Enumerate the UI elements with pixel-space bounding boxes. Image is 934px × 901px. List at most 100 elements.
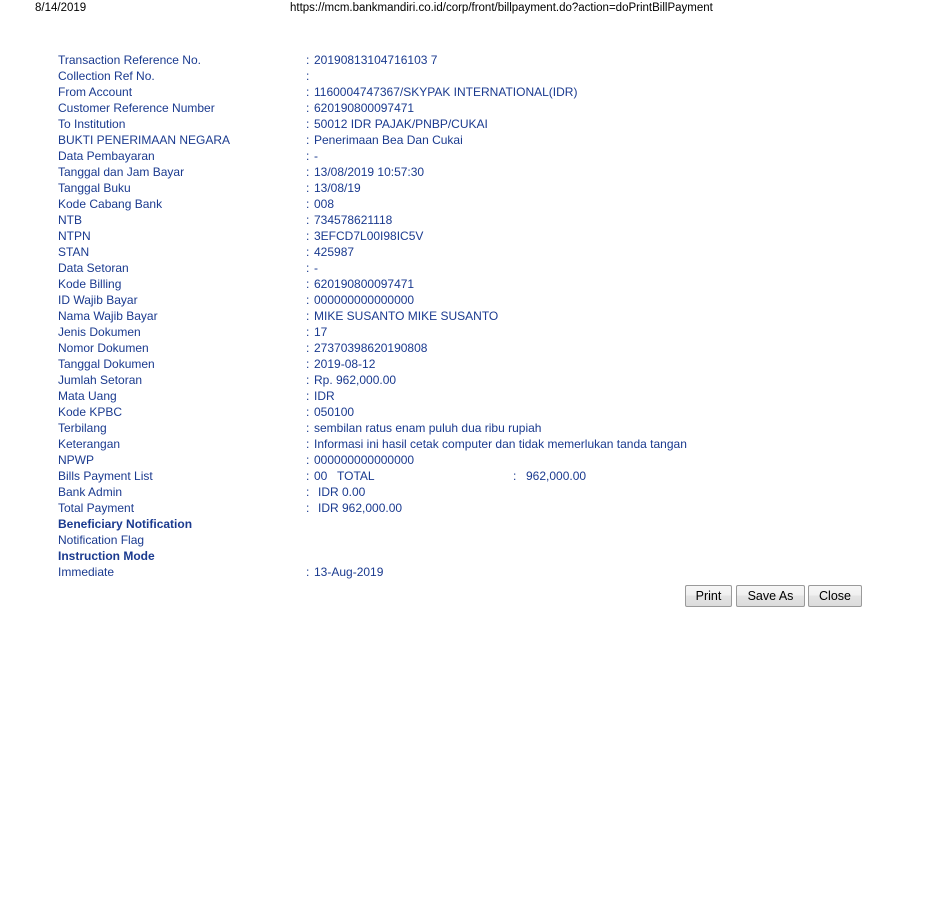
close-button[interactable]: Close — [808, 585, 862, 607]
row-label: Tanggal dan Jam Bayar — [58, 165, 185, 179]
row-colon: : — [306, 197, 310, 211]
bill-payment-receipt: Transaction Reference No. : 201908131047… — [0, 52, 934, 580]
row-colon: : — [306, 53, 310, 67]
receipt-row: To Institution : 50012 IDR PAJAK/PNBP/CU… — [0, 116, 934, 132]
row-label: Data Pembayaran — [58, 149, 155, 163]
row-label: NTB — [58, 213, 82, 227]
receipt-row: Nama Wajib Bayar : MIKE SUSANTO MIKE SUS… — [0, 308, 934, 324]
bank-admin-row: Bank Admin : IDR 0.00 — [0, 484, 934, 500]
row-colon: : — [306, 437, 310, 451]
row-label: From Account — [58, 85, 133, 99]
beneficiary-notification-row: Beneficiary Notification — [0, 516, 934, 532]
row-colon: : — [306, 261, 310, 275]
row-label: To Institution — [58, 117, 126, 131]
receipt-row: BUKTI PENERIMAAN NEGARA : Penerimaan Bea… — [0, 132, 934, 148]
bank-admin-colon: : — [306, 485, 310, 499]
receipt-row: NPWP : 000000000000000 — [0, 452, 934, 468]
immediate-label: Immediate — [58, 565, 115, 579]
notification-flag-label: Notification Flag — [58, 533, 145, 547]
row-value: Informasi ini hasil cetak computer dan t… — [314, 437, 687, 451]
receipt-row: NTPN : 3EFCD7L00I98IC5V — [0, 228, 934, 244]
receipt-row: Data Pembayaran : - — [0, 148, 934, 164]
receipt-row: Mata Uang : IDR — [0, 388, 934, 404]
row-colon: : — [306, 405, 310, 419]
row-value: Rp. 962,000.00 — [314, 373, 397, 387]
save-as-button[interactable]: Save As — [736, 585, 805, 607]
row-value: 620190800097471 — [314, 277, 415, 291]
receipt-row: Kode Billing : 620190800097471 — [0, 276, 934, 292]
row-value: - — [314, 149, 318, 163]
bills-payment-list-label: Bills Payment List — [58, 469, 153, 483]
row-colon: : — [306, 357, 310, 371]
immediate-value: 13-Aug-2019 — [314, 565, 384, 579]
row-label: Tanggal Buku — [58, 181, 131, 195]
row-colon: : — [306, 277, 310, 291]
row-label: Kode Cabang Bank — [58, 197, 163, 211]
bills-payment-list-code: 00 — [314, 469, 328, 483]
row-value: 13/08/2019 10:57:30 — [314, 165, 425, 179]
row-colon: : — [306, 293, 310, 307]
row-value: 50012 IDR PAJAK/PNBP/CUKAI — [314, 117, 488, 131]
print-button[interactable]: Print — [685, 585, 732, 607]
row-colon: : — [306, 213, 310, 227]
print-date: 8/14/2019 — [35, 2, 87, 14]
row-value: Penerimaan Bea Dan Cukai — [314, 133, 463, 147]
row-label: NTPN — [58, 229, 91, 243]
row-label: Keterangan — [58, 437, 121, 451]
receipt-row: Collection Ref No. : — [0, 68, 934, 84]
row-colon: : — [306, 181, 310, 195]
immediate-colon: : — [306, 565, 310, 579]
row-label: Tanggal Dokumen — [58, 357, 155, 371]
row-colon: : — [306, 309, 310, 323]
row-label: BUKTI PENERIMAAN NEGARA — [58, 133, 231, 147]
receipt-row: Data Setoran : - — [0, 260, 934, 276]
row-label: Nama Wajib Bayar — [58, 309, 158, 323]
row-value: 1160004747367/SKYPAK INTERNATIONAL(IDR) — [314, 85, 578, 99]
row-value: 620190800097471 — [314, 101, 415, 115]
row-value: 734578621118 — [314, 213, 393, 227]
row-value: 13/08/19 — [314, 181, 361, 195]
row-value: 3EFCD7L00I98IC5V — [314, 229, 424, 243]
row-colon: : — [306, 69, 310, 83]
row-label: STAN — [58, 245, 90, 259]
row-value: 008 — [314, 197, 335, 211]
row-colon: : — [306, 117, 310, 131]
row-colon: : — [306, 389, 310, 403]
receipt-row: Kode KPBC : 050100 — [0, 404, 934, 420]
row-label: Kode Billing — [58, 277, 122, 291]
button-bar: Print Save As Close — [0, 585, 934, 611]
immediate-row: Immediate : 13-Aug-2019 — [0, 564, 934, 580]
receipt-row: Keterangan : Informasi ini hasil cetak c… — [0, 436, 934, 452]
row-value: sembilan ratus enam puluh dua ribu rupia… — [314, 421, 542, 435]
row-value: - — [314, 261, 318, 275]
row-value: 000000000000000 — [314, 453, 415, 467]
receipt-row: Tanggal dan Jam Bayar : 13/08/2019 10:57… — [0, 164, 934, 180]
row-value: 2019-08-12 — [314, 357, 376, 371]
row-colon: : — [306, 101, 310, 115]
row-label: Mata Uang — [58, 389, 117, 403]
receipt-row: STAN : 425987 — [0, 244, 934, 260]
row-colon: : — [306, 133, 310, 147]
print-url: https://mcm.bankmandiri.co.id/corp/front… — [290, 2, 713, 14]
receipt-row: NTB : 734578621118 — [0, 212, 934, 228]
row-colon: : — [306, 165, 310, 179]
notification-flag-row: Notification Flag — [0, 532, 934, 548]
receipt-row: Tanggal Buku : 13/08/19 — [0, 180, 934, 196]
instruction-mode-row: Instruction Mode — [0, 548, 934, 564]
total-payment-row: Total Payment : IDR 962,000.00 — [0, 500, 934, 516]
beneficiary-notification-label: Beneficiary Notification — [58, 517, 193, 531]
receipt-row: Nomor Dokumen : 27370398620190808 — [0, 340, 934, 356]
bills-payment-list-colon2: : — [513, 469, 517, 483]
row-colon: : — [306, 229, 310, 243]
receipt-row: Customer Reference Number : 620190800097… — [0, 100, 934, 116]
total-payment-value: IDR 962,000.00 — [318, 501, 403, 515]
row-label: ID Wajib Bayar — [58, 293, 138, 307]
bills-payment-list-row: Bills Payment List : 00 TOTAL : 962,000.… — [0, 468, 934, 484]
bills-payment-list-total-label: TOTAL — [337, 469, 375, 483]
row-label: Data Setoran — [58, 261, 129, 275]
row-value: 425987 — [314, 245, 355, 259]
row-colon: : — [306, 325, 310, 339]
receipt-row: Jumlah Setoran : Rp. 962,000.00 — [0, 372, 934, 388]
row-label: Kode KPBC — [58, 405, 123, 419]
receipt-row: Transaction Reference No. : 201908131047… — [0, 52, 934, 68]
